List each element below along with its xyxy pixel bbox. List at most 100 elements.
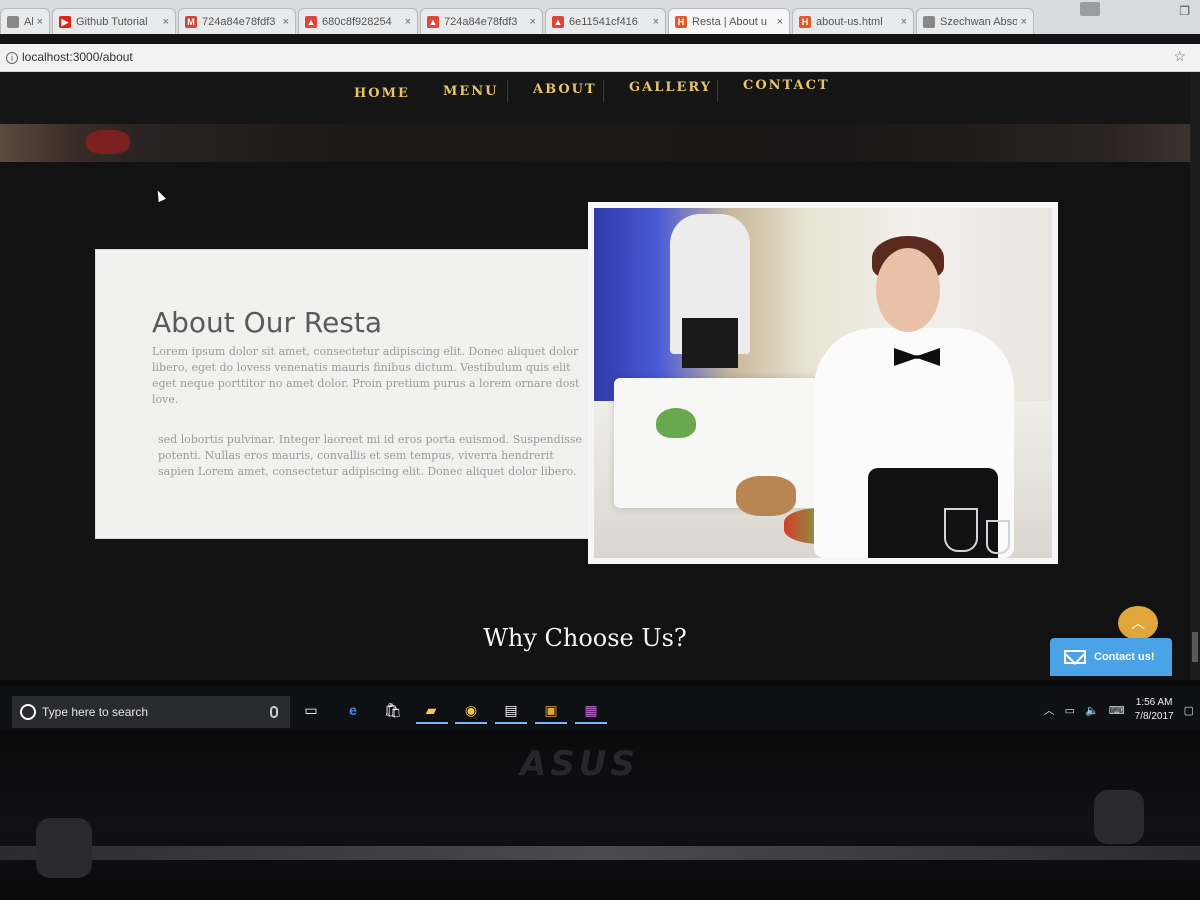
browser-tab[interactable]: M 724a84e78fdf3 × (178, 8, 296, 34)
store-icon[interactable]: 🛍 (382, 700, 404, 720)
contact-us-button[interactable]: Contact us! (1050, 638, 1172, 676)
tab-title: 6e11541cf416 (569, 15, 638, 28)
photo-wine-glass (944, 508, 978, 552)
chevron-up-icon: ︿ (1131, 615, 1145, 631)
page-scrollbar[interactable] (1190, 72, 1200, 680)
browser-tab[interactable]: ▲ 680c8f928254 × (298, 8, 418, 34)
browser-tab[interactable]: ▲ 724a84e78fdf3 × (420, 8, 543, 34)
app-running-indicator (455, 722, 487, 724)
hero-image-detail (86, 130, 130, 154)
microphone-icon[interactable] (270, 706, 278, 718)
image-icon: ▲ (305, 15, 317, 28)
website-viewport: HOME MENU ABOUT GALLERY CONTACT About Ou… (0, 72, 1200, 680)
close-icon[interactable]: × (283, 16, 289, 28)
battery-icon[interactable]: ▭ (1065, 704, 1075, 717)
close-icon[interactable]: × (777, 16, 783, 28)
terminal-icon[interactable]: ▤ (500, 700, 522, 720)
system-tray: ︿ ▭ 🔈 ⌨ 1:56 AM 7/8/2017 ▢ (1044, 696, 1194, 724)
tab-title: 680c8f928254 (322, 15, 392, 28)
nav-home[interactable]: HOME (354, 86, 410, 101)
html-icon: H (675, 15, 687, 28)
chrome-icon[interactable]: ◉ (460, 700, 482, 720)
tab-title: Abso (24, 15, 33, 28)
cortana-icon[interactable] (20, 704, 36, 720)
photo-plant (656, 408, 696, 438)
page-icon (7, 15, 19, 28)
profile-icon[interactable] (1080, 2, 1100, 16)
window-controls: ❐ (1179, 4, 1190, 18)
clock-date: 7/8/2017 (1134, 711, 1174, 722)
app-running-indicator (535, 722, 567, 724)
keyboard-icon[interactable]: ⌨ (1109, 704, 1125, 717)
nav-divider (603, 80, 604, 102)
task-view-icon[interactable]: ▭ (300, 700, 322, 720)
image-icon: ▲ (427, 15, 439, 28)
photo-of-laptop-screen: Abso × ▶ Github Tutorial × M 724a84e78fdf3 × ▲ 68… (0, 0, 1200, 900)
photo-bread (736, 476, 796, 516)
volume-icon[interactable]: 🔈 (1085, 704, 1099, 717)
close-icon[interactable]: × (1021, 16, 1027, 28)
browser-tab-strip: Abso × ▶ Github Tutorial × M 724a84e78fdf3 × ▲ 68… (0, 0, 1200, 34)
brand-logo: ASUS (520, 744, 639, 784)
close-icon[interactable]: × (405, 16, 411, 28)
nav-divider (507, 80, 508, 102)
waitress-image (594, 208, 1052, 558)
browser-tab[interactable]: Habout-us.html × (792, 8, 914, 34)
laptop-hinge (0, 846, 1200, 860)
close-icon[interactable]: × (901, 16, 907, 28)
browser-tab[interactable]: Abso × (0, 8, 50, 34)
mail-icon (1064, 650, 1086, 664)
photo-waiter-legs (682, 318, 738, 368)
clock-time: 1:56 AM (1135, 697, 1173, 708)
nav-divider (717, 80, 718, 102)
taskbar-clock[interactable]: 1:56 AM 7/8/2017 (1135, 696, 1174, 724)
hero-image-strip (0, 124, 1200, 162)
close-icon[interactable]: × (653, 16, 659, 28)
app-running-indicator (416, 722, 448, 724)
hinge-right (1094, 790, 1144, 844)
taskbar-search-box[interactable]: Type here to search (12, 696, 290, 728)
photo-waitress-skirt (868, 468, 998, 558)
scroll-to-top-button[interactable]: ︿ (1118, 606, 1158, 640)
tab-title: 724a84e78fdf3 (444, 15, 518, 28)
gmail-icon: M (185, 15, 197, 28)
browser-tab[interactable]: H Resta | About u × (668, 8, 790, 34)
close-icon[interactable]: × (37, 16, 43, 28)
app-icon[interactable]: ▣ (540, 700, 562, 720)
chevron-up-icon[interactable]: ︿ (1044, 702, 1055, 718)
edge-browser-icon[interactable]: e (342, 700, 364, 720)
restore-icon[interactable]: ❐ (1179, 4, 1190, 18)
browser-tab[interactable]: Szechwan Abso × (916, 8, 1034, 34)
nav-contact[interactable]: CONTACT (743, 78, 830, 93)
close-icon[interactable]: × (530, 16, 536, 28)
app-icon[interactable]: ▦ (580, 700, 602, 720)
nav-gallery[interactable]: GALLERY (629, 80, 712, 95)
about-title: About Our Resta (152, 306, 383, 339)
about-paragraph-2: sed lobortis pulvinar. Integer laoreet m… (158, 433, 582, 478)
about-paragraph-1: Lorem ipsum dolor sit amet, consectetur … (152, 345, 580, 406)
about-card: About Our Resta Lorem ipsum dolor sit am… (96, 250, 640, 538)
taskbar-search-placeholder[interactable]: Type here to search (42, 705, 270, 719)
windows-taskbar: Type here to search ▭ e 🛍 ▰ ◉ ▤ ▣ ▦ ︿ ▭ … (0, 686, 1200, 730)
hinge-left (36, 818, 92, 878)
browser-tab[interactable]: ▲ 6e11541cf416 × (545, 8, 666, 34)
file-explorer-icon[interactable]: ▰ (420, 700, 442, 720)
site-navbar: HOME MENU ABOUT GALLERY CONTACT (0, 72, 1200, 124)
laptop-bezel: ASUS (0, 730, 1200, 900)
restaurant-photo (588, 202, 1058, 564)
close-icon[interactable]: × (163, 16, 169, 28)
notifications-icon[interactable]: ▢ (1184, 704, 1194, 717)
bookmark-star-icon[interactable]: ☆ (1173, 48, 1186, 65)
app-running-indicator (575, 722, 607, 724)
page-icon (923, 15, 935, 28)
why-choose-us-heading: Why Choose Us? (483, 624, 687, 652)
url-text[interactable]: localhost:3000/about (22, 50, 133, 64)
scrollbar-thumb[interactable] (1192, 632, 1198, 662)
info-icon[interactable]: i (6, 52, 18, 64)
nav-menu[interactable]: MENU (443, 84, 499, 99)
nav-about[interactable]: ABOUT (533, 82, 597, 97)
address-bar[interactable]: i localhost:3000/about ☆ (0, 44, 1200, 72)
browser-tab[interactable]: ▶ Github Tutorial × (52, 8, 176, 34)
tab-title: Resta | About u (692, 15, 768, 28)
app-running-indicator (495, 722, 527, 724)
